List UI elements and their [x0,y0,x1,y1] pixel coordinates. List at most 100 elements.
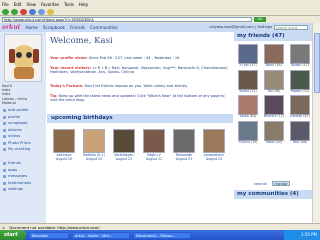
birthday-item[interactable]: Karthikeyan August 23 [111,129,137,162]
fortune-value: Don't let friends impose on you. Work ca… [84,84,188,88]
friends-header[interactable]: my friends (47) [234,32,312,41]
birthday-photo[interactable] [113,129,135,153]
task-document[interactable]: Document1 - Micros... [133,231,191,239]
friend-item[interactable]: Sheila (21) [236,69,260,94]
vertical-scrollbar[interactable] [312,23,320,223]
birthday-item[interactable]: Raghu V August 22 [141,129,167,162]
friend-photo[interactable] [238,44,258,64]
start-button[interactable]: start [0,230,26,240]
friend-photo[interactable] [290,69,310,90]
friend-item[interactable]: Alston (47) [288,44,312,68]
stop-icon[interactable] [20,8,27,15]
taskbar: start Recorder orkut - Home - Micr... Do… [0,230,320,240]
friend-name[interactable]: Ganesh [290,114,302,118]
orkut-logo[interactable]: orkut [2,24,20,31]
favorites-icon[interactable] [47,8,54,15]
friend-item[interactable]: Raj (98) [262,69,286,94]
birthday-photo[interactable] [83,129,105,153]
tip-text[interactable]: Keep up with the latest news and updates… [50,94,225,102]
avatar[interactable] [4,34,42,82]
scrollbar-thumb[interactable] [314,33,320,93]
friend-item[interactable]: Rajesh (32) [288,69,312,94]
fortune-label: Today's Fortune: [50,84,84,88]
friend-name[interactable]: Raj [268,89,273,93]
menu-file[interactable]: File [2,2,9,7]
birthday-date: August 20 [85,156,103,161]
task-browser[interactable]: orkut - Home - Micr... [72,231,130,239]
birthday-photo[interactable] [173,129,195,153]
friend-item[interactable]: Bharani (12) [262,95,286,119]
birthday-photo[interactable] [53,129,75,153]
nav-home[interactable]: Home [25,25,37,30]
user-email[interactable]: vidyasa.kasi@gmail.com | Settings [209,25,272,29]
search-input[interactable]: search orkut [274,25,308,30]
tip: Tip: Keep up with the latest news and up… [50,94,230,103]
user-info: Kasi K male India Loknas - chitra Madura… [2,84,44,105]
friend-name[interactable]: Rajesh [291,89,302,93]
task-recorder[interactable]: Recorder [29,231,69,239]
friend-photo[interactable] [238,120,258,141]
friend-item[interactable]: Latha (64) [236,95,260,119]
friend-photo[interactable] [238,69,258,90]
friend-item[interactable]: Chinnu (15) [236,120,260,145]
friend-count: (44) [275,63,282,67]
friend-photo[interactable] [264,120,284,141]
friend-name[interactable]: Sheila [239,89,249,93]
nav-scrapbook[interactable]: Scrapbook [43,25,65,30]
birthday-date: August 22 [145,156,163,161]
birthday-item[interactable]: Abhinaya August 20 [51,129,77,162]
friend-name[interactable]: Chinnu [239,140,250,144]
friend-count: (32) [302,88,310,93]
browser-menubar: File Edit View Favorites Tools Help [0,0,320,8]
friend-name[interactable]: Alston [291,63,301,67]
friend-photo[interactable] [290,44,310,64]
birthday-item[interactable]: Ramanath August 23 [171,129,197,162]
friend-photo[interactable] [264,69,284,90]
menu-tools[interactable]: Tools [64,2,74,7]
friend-count: (64) [249,114,257,119]
menu-help[interactable]: Help [79,2,88,7]
friend-item[interactable]: Maha (40) [262,120,286,145]
nav-communities[interactable]: Communities [90,25,118,30]
orkut-header: orkut Home Scrapbook Friends Communities… [0,23,312,32]
view-all-link[interactable]: view all [254,182,267,186]
friend-item[interactable]: Ravi (66) [288,120,312,145]
friend-item[interactable]: Banu (44) [262,44,286,68]
forward-icon[interactable] [11,8,18,15]
friend-name[interactable]: Maha [266,140,275,144]
nav-friends[interactable]: Friends [70,25,85,30]
friend-photo[interactable] [290,95,310,116]
friend-name[interactable]: »» Jay [239,63,249,67]
birthday-photo[interactable] [143,129,165,153]
profile-views-label: Your profile views: [50,56,88,60]
friend-photo[interactable] [264,95,284,116]
manage-button[interactable]: manage [272,181,290,186]
menu-edit[interactable]: Edit [14,2,22,7]
friend-name[interactable]: Latha [240,114,249,118]
communities-header[interactable]: my communities (4) [234,190,312,199]
menu-favorites[interactable]: Favorites [41,2,59,7]
sidebar-item-settings[interactable]: settings [0,186,46,193]
address-input[interactable]: http://www.orkut.com/Home.aspx?rl=5D5D03… [2,17,252,22]
back-icon[interactable] [2,8,9,15]
tip-label: Tip: [50,94,58,98]
friend-photo[interactable] [290,120,310,141]
friend-item[interactable]: Ganesh (81) [288,95,312,119]
refresh-icon[interactable] [29,8,36,15]
friend-name[interactable]: Bharani [264,114,276,118]
sidebar-item-orkutlog[interactable]: My orkutlog [0,146,46,153]
go-button[interactable]: Go [254,17,266,22]
friend-item[interactable]: »» Jay (57) [236,44,260,68]
friend-count: (21) [250,88,257,93]
birthday-photo[interactable] [203,129,225,153]
friend-name[interactable]: Ravi [293,140,300,144]
friend-name[interactable]: Banu [266,63,274,67]
friend-photo[interactable] [264,44,284,64]
friend-photo[interactable] [238,95,258,116]
birthday-item[interactable]: Jayaprakash August 24 [201,129,227,162]
birthday-item[interactable]: Radhika (G-1) August 20 [81,129,107,162]
birthday-date: August 24 [205,156,223,161]
home-icon[interactable] [38,8,45,15]
menu-view[interactable]: View [26,2,36,7]
screen: File Edit View Favorites Tools Help http… [0,0,320,240]
